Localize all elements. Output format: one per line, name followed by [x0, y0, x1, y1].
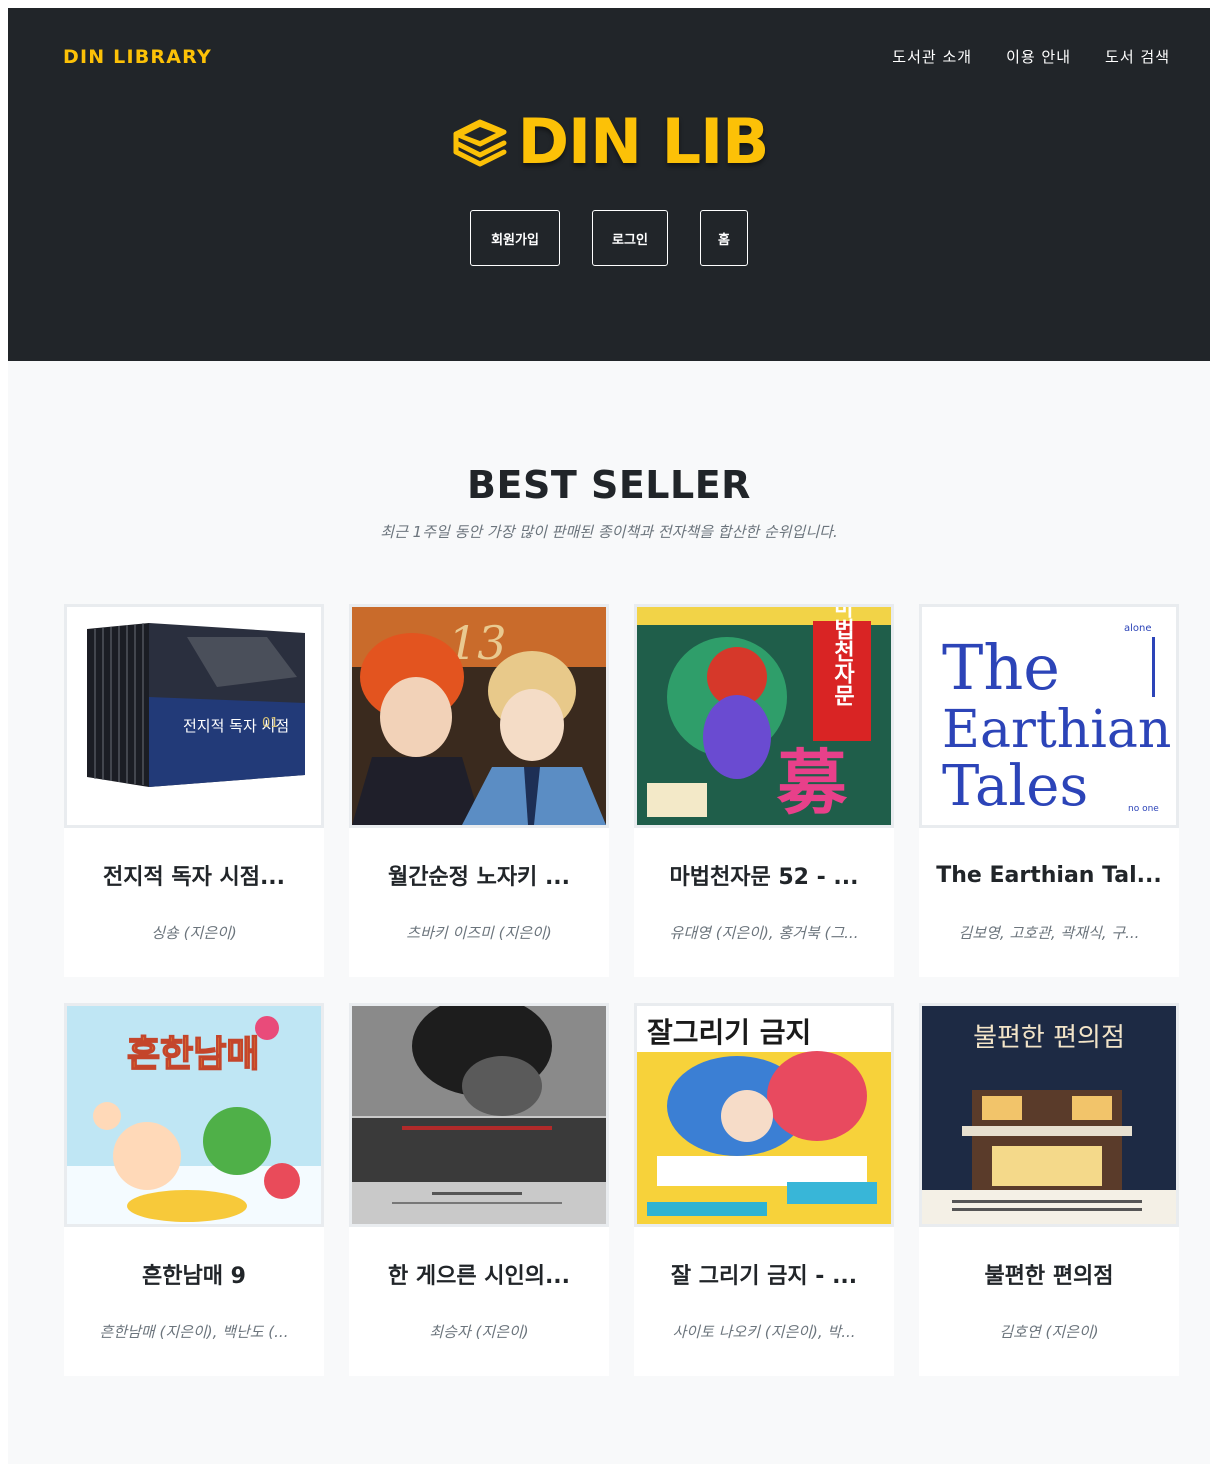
book-author: 사이토 나오키 (지은이), 박... — [672, 1323, 856, 1341]
svg-text:alone: alone — [1124, 623, 1152, 634]
book-cover[interactable]: 13 — [349, 604, 609, 828]
book-cover-image — [352, 1006, 606, 1224]
nav-link-search[interactable]: 도서 검색 — [1105, 46, 1170, 67]
book-author: 최승자 (지은이) — [429, 1323, 529, 1341]
book-title[interactable]: 흔한남매 9 — [64, 1227, 324, 1321]
book-card[interactable]: 한 게으른 시인의... 최승자 (지은이) — [349, 1003, 609, 1376]
book-author: 싱숑 (지은이) — [151, 924, 237, 942]
book-cover-image: 불편한 편의점 — [922, 1006, 1176, 1224]
svg-text:募: 募 — [776, 741, 848, 824]
svg-text:The: The — [942, 631, 1060, 704]
book-title[interactable]: 한 게으른 시인의... — [349, 1227, 609, 1321]
masthead: DIN LIBRARY 도서관 소개 이용 안내 도서 검색 DIN LIB 회… — [8, 8, 1210, 361]
nav-item-about: 도서관 소개 — [892, 46, 972, 67]
book-cover-image: 전지적 독자 시점 01 — [67, 607, 321, 825]
cover-text: 흔한남매 — [127, 1034, 259, 1075]
section-subtitle: 최근 1주일 동안 가장 많이 판매된 종이책과 전자책을 합산한 순위입니다. — [380, 523, 838, 541]
book-card[interactable]: 13 월간순정 노자키 ... 츠바키 이즈미 (지은이) — [349, 604, 609, 977]
book-cover[interactable]: 불편한 편의점 — [919, 1003, 1179, 1227]
book-author: 츠바키 이즈미 (지은이) — [406, 924, 552, 942]
book-card[interactable]: 흔한남매 흔한남매 9 흔한남매 (지은이), 백난도 (... — [64, 1003, 324, 1376]
section-title: BEST SELLER — [467, 463, 751, 507]
book-card[interactable]: 잘그리기 금지 잘 그리기 금지 - ... 사이토 나오키 (지은이), 박.… — [634, 1003, 894, 1376]
book-cover-image: 마법천자문 募 — [637, 607, 891, 825]
book-title[interactable]: 마법천자문 52 - ... — [634, 828, 894, 922]
top-nav: 도서관 소개 이용 안내 도서 검색 — [892, 46, 1170, 67]
svg-text:no one: no one — [1128, 804, 1159, 814]
book-title[interactable]: 불편한 편의점 — [919, 1227, 1179, 1321]
book-cover[interactable]: 잘그리기 금지 — [634, 1003, 894, 1227]
book-title[interactable]: 월간순정 노자키 ... — [349, 828, 609, 922]
book-author: 유대영 (지은이), 홍거북 (그... — [669, 924, 859, 942]
book-cover-image: 잘그리기 금지 — [637, 1006, 891, 1224]
book-cover[interactable]: The Earthian Tales alone no one — [919, 604, 1179, 828]
hero-logo-text: DIN LIB — [517, 105, 770, 178]
book-cover-image: The Earthian Tales alone no one — [922, 607, 1176, 825]
book-card[interactable]: 불편한 편의점 불편한 편의점 김호연 (지은이) — [919, 1003, 1179, 1376]
book-title[interactable]: The Earthian Tal... — [919, 828, 1179, 922]
hero-buttons: 회원가입 로그인 홈 — [8, 210, 1210, 266]
nav-link-guide[interactable]: 이용 안내 — [1006, 46, 1071, 67]
book-title[interactable]: 잘 그리기 금지 - ... — [634, 1227, 894, 1321]
book-cover[interactable]: 마법천자문 募 — [634, 604, 894, 828]
hero-logo: DIN LIB — [8, 108, 1210, 176]
book-cover[interactable] — [349, 1003, 609, 1227]
book-cover-image: 흔한남매 — [67, 1006, 321, 1224]
signup-button[interactable]: 회원가입 — [470, 210, 560, 266]
brand-link[interactable]: DIN LIBRARY — [63, 46, 212, 68]
home-button[interactable]: 홈 — [700, 210, 748, 266]
svg-text:Tales: Tales — [942, 754, 1088, 819]
book-cover[interactable]: 전지적 독자 시점 01 — [64, 604, 324, 828]
book-card[interactable]: 전지적 독자 시점 01 전지적 독자 시점... 싱숑 (지은이) — [64, 604, 324, 977]
book-stack-icon — [453, 119, 507, 167]
book-author: 김보영, 고호관, 곽재식, 구... — [958, 924, 1140, 942]
book-cover-image: 13 — [352, 607, 606, 825]
book-card[interactable]: 마법천자문 募 마법천자문 52 - ... 유대영 (지은이), 홍거북 (그… — [634, 604, 894, 977]
book-cover[interactable]: 흔한남매 — [64, 1003, 324, 1227]
cover-text: 불편한 편의점 — [973, 1023, 1125, 1053]
book-card[interactable]: The Earthian Tales alone no one The Eart… — [919, 604, 1179, 977]
book-title[interactable]: 전지적 독자 시점... — [64, 828, 324, 922]
nav-link-about[interactable]: 도서관 소개 — [892, 46, 972, 67]
page-frame: DIN LIBRARY 도서관 소개 이용 안내 도서 검색 DIN LIB 회… — [8, 8, 1210, 1464]
book-author: 흔한남매 (지은이), 백난도 (... — [99, 1323, 289, 1341]
nav-item-search: 도서 검색 — [1105, 46, 1170, 67]
bestseller-grid: 전지적 독자 시점 01 전지적 독자 시점... 싱숑 (지은이) 13 월간… — [64, 604, 1179, 1376]
login-button[interactable]: 로그인 — [592, 210, 668, 266]
svg-text:01: 01 — [262, 716, 279, 731]
nav-item-guide: 이용 안내 — [1006, 46, 1071, 67]
cover-text: 마법천자문 — [830, 607, 855, 706]
book-author: 김호연 (지은이) — [999, 1323, 1099, 1341]
cover-text: 잘그리기 금지 — [647, 1016, 811, 1049]
svg-text:Earthian: Earthian — [942, 700, 1171, 760]
